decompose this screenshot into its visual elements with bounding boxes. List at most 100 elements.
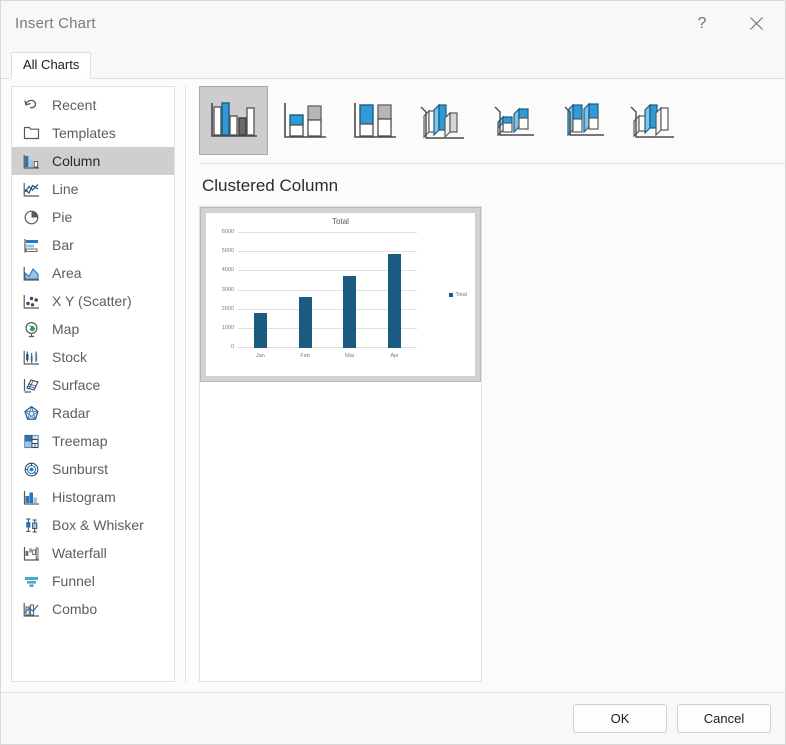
bar-group: Feb — [283, 233, 328, 359]
sidebar-item-label: Map — [52, 321, 80, 337]
treemap-icon — [22, 432, 41, 451]
line-icon — [22, 180, 41, 199]
thumb-clustered-column[interactable] — [199, 86, 268, 155]
sidebar-item-label: Column — [52, 153, 101, 169]
y-tick-label: 0 — [230, 344, 234, 350]
sidebar-item-area[interactable]: Area — [12, 259, 174, 287]
chart-subtype-strip — [199, 86, 785, 164]
y-tick-label: 6000 — [221, 229, 234, 235]
thumb-3d-100-stacked-column[interactable] — [549, 86, 618, 155]
sidebar-item-scatter[interactable]: X Y (Scatter) — [12, 287, 174, 315]
bar-group: Jan — [238, 233, 283, 359]
bar — [298, 297, 312, 348]
chart-title: Total — [332, 217, 349, 226]
sidebar-item-treemap[interactable]: Treemap — [12, 427, 174, 455]
sidebar-item-map[interactable]: Map — [12, 315, 174, 343]
close-icon — [749, 17, 763, 30]
area-icon — [22, 264, 41, 283]
preview-heading: Clustered Column — [202, 176, 339, 195]
sidebar-item-funnel[interactable]: Funnel — [12, 567, 174, 595]
sidebar-item-waterfall[interactable]: Waterfall — [12, 539, 174, 567]
sidebar-item-surface[interactable]: Surface — [12, 371, 174, 399]
bar-group: Apr — [372, 233, 417, 359]
bar-icon — [22, 236, 41, 255]
sidebar-item-pie[interactable]: Pie — [12, 203, 174, 231]
tab-strip: All Charts — [1, 46, 785, 79]
chart-gallery-pane: Clustered Column Total 6000 5000 4000 30… — [186, 79, 785, 692]
sidebar-item-histogram[interactable]: Histogram — [12, 483, 174, 511]
sidebar-item-label: Bar — [52, 237, 74, 253]
ok-button[interactable]: OK — [573, 704, 667, 733]
radar-icon — [22, 404, 41, 423]
dialog-footer: OK Cancel — [1, 692, 785, 744]
stock-icon — [22, 348, 41, 367]
sidebar-item-label: Waterfall — [52, 545, 107, 561]
tab-all-charts[interactable]: All Charts — [11, 51, 92, 79]
sidebar-item-templates[interactable]: Templates — [12, 119, 174, 147]
y-tick-label: 1000 — [221, 324, 234, 331]
chart-preview-card[interactable]: Total 6000 5000 4000 3000 2000 1000 0 Ja… — [200, 207, 481, 382]
3d-column-icon — [630, 103, 674, 138]
chart-bars: Jan Feb Mar Apr — [238, 233, 417, 359]
box-whisker-icon — [22, 516, 41, 535]
pie-icon — [22, 208, 41, 227]
3d-clustered-column-icon — [420, 103, 464, 139]
3d-100-percent-stacked-column-icon — [564, 102, 604, 136]
sidebar-item-label: Line — [52, 181, 79, 197]
chart-preview-panel: Total 6000 5000 4000 3000 2000 1000 0 Ja… — [199, 206, 482, 682]
funnel-icon — [22, 572, 41, 591]
combo-icon — [22, 600, 41, 619]
thumb-100-stacked-column[interactable] — [339, 86, 408, 155]
column-icon — [22, 152, 41, 171]
thumb-3d-stacked-column[interactable] — [479, 86, 548, 155]
sidebar-item-line[interactable]: Line — [12, 175, 174, 203]
chart-plot-area: 6000 5000 4000 3000 2000 1000 0 Jan Feb … — [222, 229, 417, 359]
3d-stacked-column-icon — [494, 106, 534, 136]
thumb-stacked-column[interactable] — [269, 86, 338, 155]
recent-icon — [22, 96, 41, 115]
sidebar-item-box-whisker[interactable]: Box & Whisker — [12, 511, 174, 539]
map-icon — [22, 320, 41, 339]
sidebar-item-label: Stock — [52, 349, 88, 365]
cancel-button-label: Cancel — [703, 711, 745, 726]
bar — [253, 312, 267, 348]
sidebar-item-stock[interactable]: Stock — [12, 343, 174, 371]
help-button[interactable]: ? — [679, 1, 725, 46]
clustered-column-icon — [210, 101, 257, 137]
bar-group: Mar — [328, 233, 373, 359]
sidebar-item-label: Treemap — [52, 433, 108, 449]
bar — [388, 254, 402, 348]
sidebar-item-column[interactable]: Column — [12, 147, 174, 175]
sidebar-item-combo[interactable]: Combo — [12, 595, 174, 623]
close-button[interactable] — [733, 1, 779, 46]
chart-type-sidebar[interactable]: Recent Templates Column Line Pie Bar Are… — [11, 86, 175, 682]
sidebar-item-sunburst[interactable]: Sunburst — [12, 455, 174, 483]
sidebar-item-label: Recent — [52, 97, 97, 113]
y-tick-label: 3000 — [221, 286, 234, 293]
sidebar-item-radar[interactable]: Radar — [12, 399, 174, 427]
dialog-title: Insert Chart — [15, 15, 96, 32]
sidebar-item-recent[interactable]: Recent — [12, 91, 174, 119]
histogram-icon — [22, 488, 41, 507]
sidebar-item-label: Radar — [52, 405, 91, 421]
thumb-3d-clustered-column[interactable] — [409, 86, 478, 155]
sidebar-item-label: Histogram — [52, 489, 116, 505]
sidebar-item-label: Box & Whisker — [52, 517, 144, 533]
legend-swatch — [449, 292, 454, 297]
100-percent-stacked-column-icon — [353, 102, 396, 138]
scatter-icon — [22, 292, 41, 311]
sidebar-item-label: Combo — [52, 601, 98, 617]
y-tick-label: 2000 — [221, 305, 234, 312]
bar — [343, 276, 357, 348]
dialog-title-bar: Insert Chart ? — [1, 1, 785, 46]
surface-icon — [22, 376, 41, 395]
x-tick-label: Jan — [255, 353, 265, 359]
cancel-button[interactable]: Cancel — [677, 704, 771, 733]
insert-chart-dialog: Insert Chart ? All Charts Recent Templat… — [0, 0, 786, 745]
dialog-content: Recent Templates Column Line Pie Bar Are… — [1, 79, 785, 692]
sidebar-item-bar[interactable]: Bar — [12, 231, 174, 259]
sidebar-item-label: Surface — [52, 377, 101, 393]
thumb-3d-column[interactable] — [619, 86, 688, 155]
y-tick-label: 5000 — [221, 248, 234, 255]
sidebar-item-label: Sunburst — [52, 461, 109, 477]
